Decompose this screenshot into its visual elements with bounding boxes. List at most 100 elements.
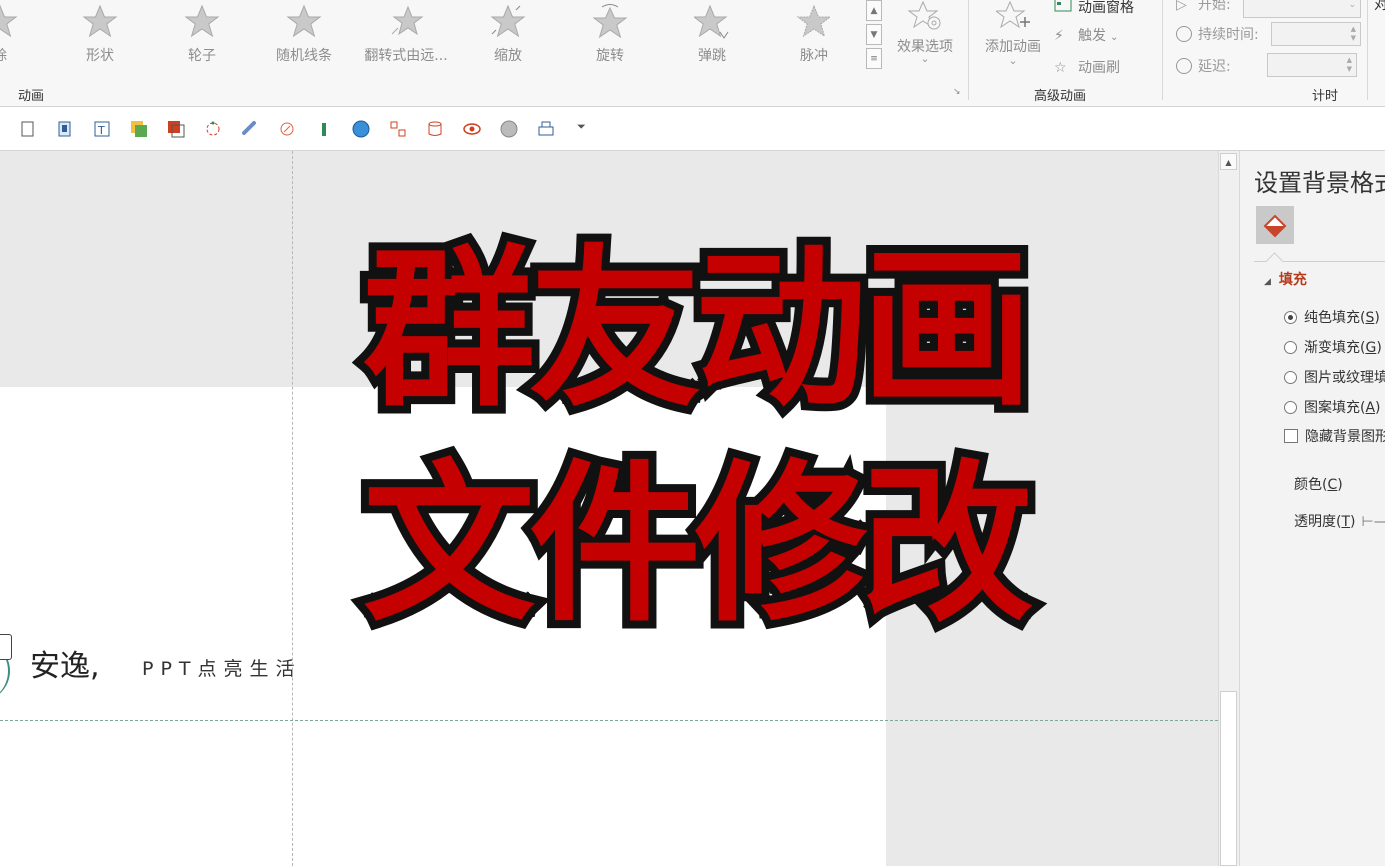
eye-icon[interactable] (462, 119, 482, 139)
anim-grow-turn[interactable]: 翻转式由远... (356, 0, 456, 72)
chevron-down-icon: ⌄ (1348, 0, 1356, 10)
animation-painter-label: 动画刷 (1078, 60, 1120, 76)
trigger-button[interactable]: ⚡ 触发 ⌄ (1054, 25, 1118, 47)
hide-background-option[interactable]: 隐藏背景图形 (1284, 426, 1385, 446)
gallery-scroller: ▲ ▼ ≡ (866, 0, 884, 72)
shape-fill-icon[interactable] (129, 119, 149, 139)
motion-path-icon[interactable] (203, 119, 223, 139)
effect-options-icon (907, 0, 941, 30)
anim-wheel[interactable]: 轮子 (152, 0, 252, 72)
bar-icon[interactable] (314, 119, 334, 139)
duration-field[interactable]: ▲ ▼ (1271, 22, 1361, 46)
print-icon[interactable] (536, 119, 556, 139)
animation-pane-label: 动画窗格 (1078, 0, 1134, 16)
gallery-down-button[interactable]: ▼ (866, 24, 882, 45)
arrange-icon[interactable] (166, 119, 186, 139)
footer-tagline[interactable]: PPT点亮生活 (142, 654, 302, 681)
link-icon[interactable] (240, 119, 260, 139)
quick-toolbar: T ⏷ (0, 107, 1385, 151)
hide-background-checkbox[interactable] (1284, 429, 1298, 443)
star-wipe-icon (0, 4, 18, 38)
star-grow-turn-icon (391, 5, 424, 36)
canvas-scrollbar[interactable]: ▲ (1218, 151, 1239, 866)
anim-wipe[interactable]: 除 (0, 0, 50, 72)
copy-icon[interactable] (18, 119, 38, 139)
scroll-up-button[interactable]: ▲ (1220, 153, 1237, 170)
radio-solid-fill[interactable] (1284, 311, 1297, 324)
animation-gallery: 除 形状 轮子 随机线条 翻转式由远... 缩放 旋转 弹跳 (0, 0, 866, 72)
group-label-advanced: 高级动画 (1034, 89, 1087, 104)
delay-field[interactable]: ▲ ▼ (1267, 53, 1357, 77)
duration-label: 持续时间: (1198, 27, 1259, 43)
anim-label: 弹跳 (698, 48, 726, 64)
dialog-launcher-icon[interactable]: ↘ (953, 87, 961, 97)
radio-pattern-fill[interactable] (1284, 401, 1297, 414)
vertical-guide[interactable] (292, 151, 293, 866)
option-key: A (1365, 400, 1376, 416)
paint-bucket-icon (1263, 214, 1287, 238)
animation-pane-button[interactable]: 动画窗格 (1054, 0, 1134, 18)
star-bounce-icon (694, 4, 729, 39)
horizontal-guide[interactable] (0, 720, 1218, 721)
fill-section-header[interactable]: ◢ 填充 (1264, 269, 1307, 289)
radio-picture-fill[interactable] (1284, 371, 1297, 384)
gallery-more-button[interactable]: ≡ (866, 48, 882, 69)
option-label: 渐变填充( (1304, 340, 1366, 356)
spinner-icon[interactable]: ▲ ▼ (1351, 25, 1356, 43)
group-label-animation: 动画 (18, 89, 45, 104)
fill-tab[interactable] (1256, 206, 1294, 244)
paste-icon[interactable] (55, 119, 75, 139)
footer-name[interactable]: 安逸, (30, 641, 100, 685)
animation-painter-button[interactable]: ☆ 动画刷 (1054, 57, 1120, 79)
star-pulse-icon (796, 4, 832, 38)
anim-zoom[interactable]: 缩放 (458, 0, 558, 72)
text-box-icon[interactable]: T (92, 119, 112, 139)
transparency-slider[interactable]: ⊢— (1362, 514, 1385, 530)
effect-options-button[interactable]: 效果选项 ⌄ (890, 0, 960, 72)
option-label: 隐藏背景图形 (1305, 429, 1385, 445)
database-icon[interactable] (425, 119, 445, 139)
anim-bounce[interactable]: 弹跳 (662, 0, 762, 72)
tab-pointer (1265, 252, 1284, 271)
pattern-fill-option[interactable]: 图案填充(A) (1284, 397, 1381, 417)
customize-toolbar-icon[interactable]: ⏷ (577, 120, 586, 134)
animation-pane-icon (1054, 0, 1072, 16)
radio-gradient-fill[interactable] (1284, 341, 1297, 354)
spinner-icon[interactable]: ▲ ▼ (1347, 56, 1352, 74)
reorder-label: 对 (1374, 0, 1385, 13)
start-row: ▷ 开始: (1176, 0, 1231, 18)
play-icon: ▷ (1176, 0, 1187, 13)
add-animation-icon (996, 0, 1030, 29)
anim-pulse[interactable]: 脉冲 (764, 0, 864, 72)
add-animation-button[interactable]: 添加动画 ⌄ (978, 0, 1048, 72)
gallery-up-button[interactable]: ▲ (866, 0, 882, 21)
start-label: 开始: (1198, 0, 1231, 13)
collapse-triangle-icon: ◢ (1264, 277, 1271, 287)
compass-icon[interactable] (277, 119, 297, 139)
anim-shape[interactable]: 形状 (50, 0, 150, 72)
delay-row: 延迟: (1176, 56, 1231, 80)
solid-fill-option[interactable]: 纯色填充(S) (1284, 307, 1380, 327)
add-animation-label: 添加动画 (985, 39, 1041, 55)
picture-fill-option[interactable]: 图片或纹理填充 (1284, 367, 1385, 387)
option-label: 图片或纹理填充 (1304, 370, 1385, 386)
star-random-bars-icon (286, 4, 322, 38)
color-label: 颜色(C) (1294, 477, 1343, 493)
delay-label: 延迟: (1198, 59, 1231, 75)
pane-title: 设置背景格式 (1254, 169, 1385, 197)
clock-icon (1176, 26, 1192, 42)
group-icon[interactable] (388, 119, 408, 139)
ribbon-divider (1367, 0, 1368, 100)
scroll-thumb[interactable] (1220, 691, 1237, 866)
gradient-fill-option[interactable]: 渐变填充(G) (1284, 337, 1382, 357)
anim-random-bars[interactable]: 随机线条 (254, 0, 354, 72)
painter-star-icon: ☆ (1054, 60, 1067, 76)
circle-gray-icon[interactable] (499, 119, 519, 139)
circle-blue-icon[interactable] (351, 119, 371, 139)
duration-row: 持续时间: (1176, 24, 1259, 48)
anim-swivel[interactable]: 旋转 (560, 0, 660, 72)
start-select[interactable]: ⌄ (1243, 0, 1361, 18)
star-zoom-icon (490, 4, 526, 38)
lightning-icon: ⚡ (1054, 28, 1064, 44)
svg-text:T: T (97, 124, 105, 137)
